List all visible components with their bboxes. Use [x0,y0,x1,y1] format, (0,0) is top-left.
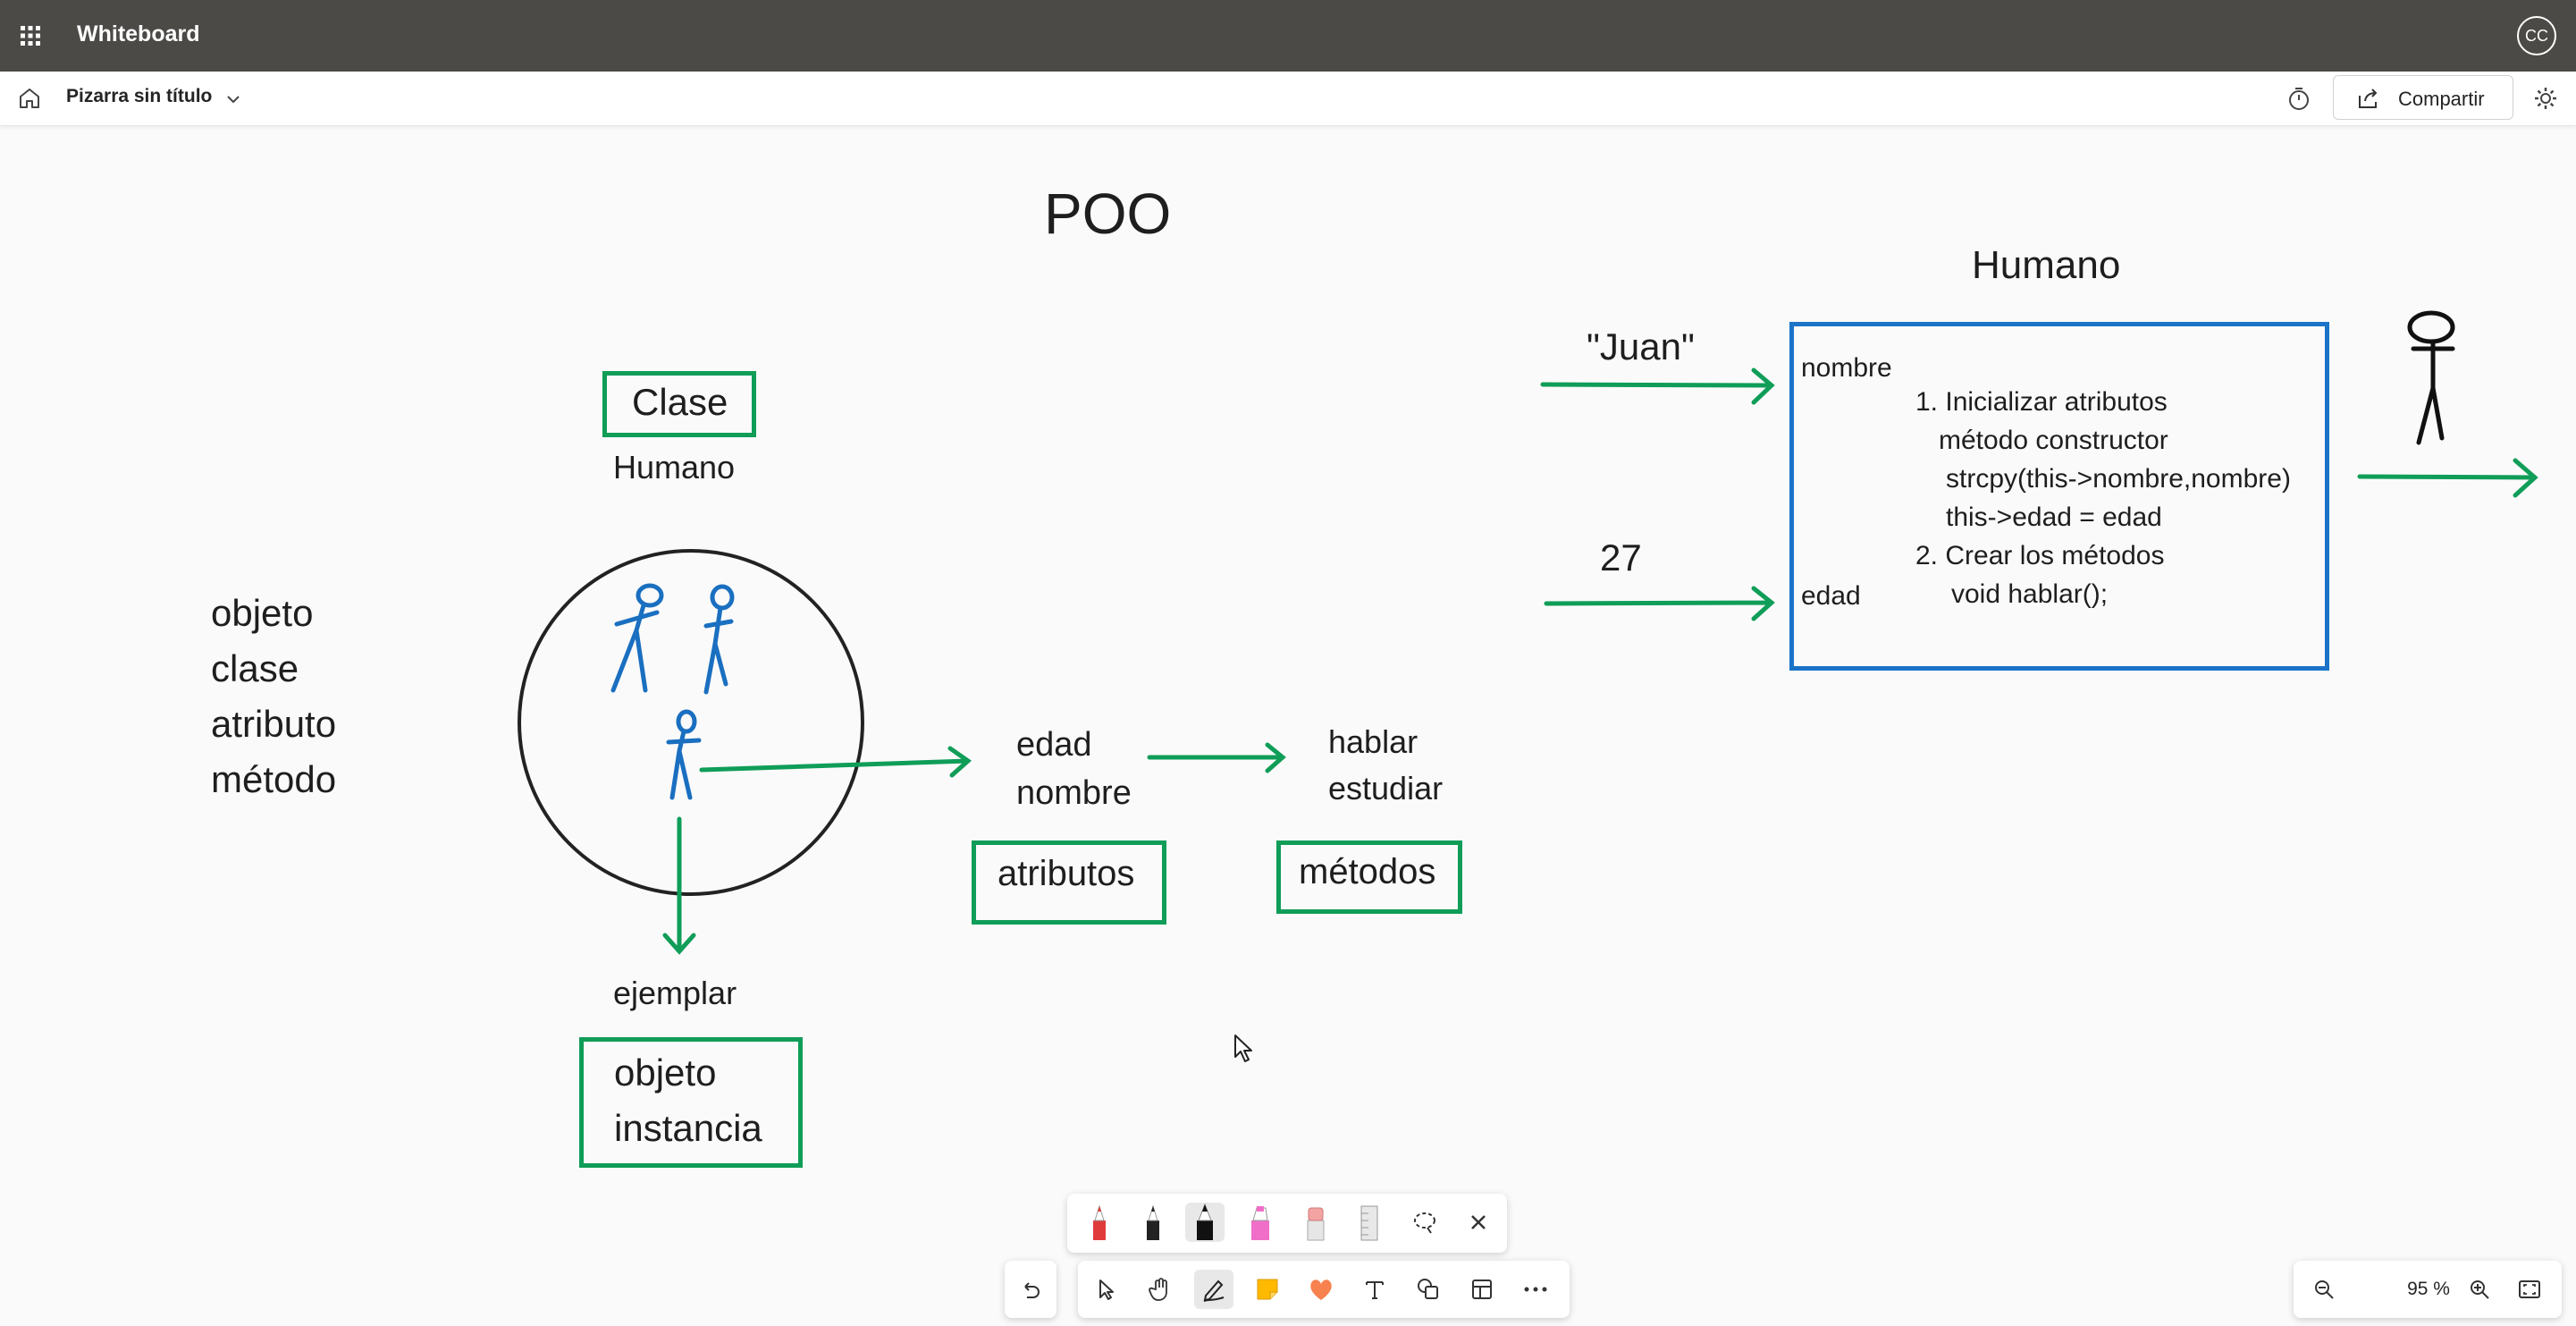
ruler-icon[interactable] [1350,1203,1389,1242]
close-icon[interactable] [1459,1203,1498,1242]
ink-layer [518,310,2538,955]
share-button[interactable]: Compartir [2333,75,2513,120]
chevron-down-icon[interactable] [223,89,243,109]
app-title: Whiteboard [77,21,200,46]
param-name: nombre [1801,353,1892,383]
select-icon[interactable] [1087,1270,1126,1309]
step-line: this->edad = edad [1946,503,2162,532]
reactions-icon[interactable] [1301,1270,1341,1309]
shapes-icon[interactable] [1409,1270,1448,1309]
text-icon[interactable] [1355,1270,1394,1309]
concept-item: atributo [211,703,337,745]
command-bar: Pizarra sin título Compartir [0,72,2576,126]
object-box-line: objeto [614,1052,717,1094]
instance-label: ejemplar [613,975,737,1011]
methods-box-label: métodos [1299,852,1436,891]
objects-circle [518,549,864,896]
method-item: estudiar [1328,770,1444,807]
main-title: POO [1044,182,1172,246]
attribute-item: edad [1016,726,1092,764]
hand-icon[interactable] [1141,1270,1180,1309]
object-box: objeto instancia [579,1037,803,1168]
class-name: Humano [613,449,736,486]
whiteboard-canvas[interactable]: POO objeto clase atributo método Clase H… [0,125,2576,1326]
constructor-box: nombre edad 1. Inicializar atributos mét… [1789,322,2329,671]
share-icon [2359,89,2378,108]
step-line: void hablar(); [1951,579,2109,609]
red-pen-icon[interactable] [1080,1203,1119,1242]
zoom-controls: 95 % [2294,1261,2562,1318]
share-label: Compartir [2398,88,2485,110]
methods-list: hablar estudiar [1328,719,1443,812]
black-pen-icon[interactable] [1133,1203,1173,1242]
class-box: Clase [602,371,756,437]
step-line: strcpy(this->nombre,nombre) [1946,464,2291,494]
gear-icon[interactable] [2531,84,2560,113]
app-launcher-icon[interactable] [20,25,41,46]
inking-icon[interactable] [1194,1270,1233,1309]
zoom-in-icon[interactable] [2460,1270,2499,1309]
zoom-level[interactable]: 95 % [2397,1279,2460,1300]
board-title[interactable]: Pizarra sin título [66,86,212,107]
attributes-box-label: atributos [998,854,1135,893]
param-age: edad [1801,581,1861,611]
method-item: hablar [1328,723,1418,760]
step-line: 2. Crear los métodos [1915,541,2165,570]
concept-item: objeto [211,592,314,634]
more-icon[interactable] [1516,1270,1555,1309]
attribute-item: nombre [1016,774,1132,812]
lasso-icon[interactable] [1405,1203,1444,1242]
object-box-line: instancia [614,1107,762,1149]
concept-item: método [211,758,337,800]
concept-item: clase [211,647,299,689]
sticky-note-icon[interactable] [1248,1270,1287,1309]
pink-highlighter-icon[interactable] [1241,1203,1280,1242]
methods-box: métodos [1276,840,1462,914]
class-box-label: Clase [632,381,728,423]
constructor-class-title: Humano [1972,243,2121,287]
undo-container [1005,1261,1056,1318]
stick-figure [2407,310,2455,445]
pen-tray [1067,1194,1507,1253]
object-box-text: objeto instancia [614,1045,762,1156]
eraser-icon[interactable] [1296,1203,1335,1242]
fit-to-screen-icon[interactable] [2510,1270,2549,1309]
step-line: método constructor [1939,426,2168,455]
person-figures [610,583,735,800]
timer-icon[interactable] [2285,84,2313,113]
avatar[interactable]: CC [2517,16,2556,55]
undo-icon[interactable] [1011,1270,1050,1309]
black-marker-icon[interactable] [1185,1203,1225,1242]
input-age: 27 [1600,536,1642,579]
app-header: Whiteboard CC [0,0,2576,72]
attributes-list: edad nombre [1016,721,1132,817]
zoom-out-icon[interactable] [2304,1270,2344,1309]
concept-list: objeto clase atributo método [211,586,336,807]
home-icon[interactable] [16,85,43,112]
main-toolbar [1078,1261,1570,1318]
input-name: "Juan" [1587,325,1695,367]
templates-icon[interactable] [1462,1270,1502,1309]
attributes-box: atributos [972,840,1166,925]
mouse-cursor-icon [1234,1035,1252,1062]
step-line: 1. Inicializar atributos [1915,387,2168,417]
